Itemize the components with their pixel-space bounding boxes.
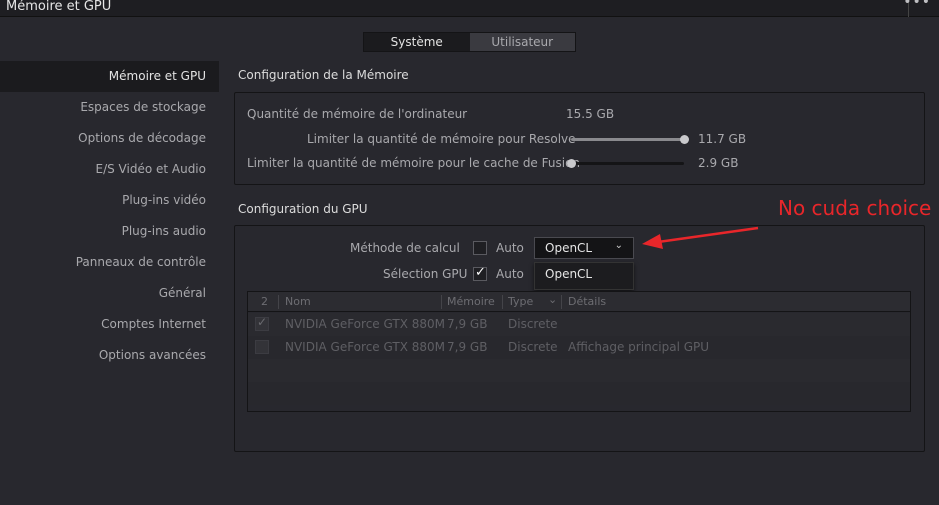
gpu-table-header: 2 Nom Mémoire Type ⌄ Détails: [248, 292, 910, 312]
arrow-head: [642, 234, 663, 249]
column-divider: [502, 295, 503, 309]
slider-track: [571, 162, 684, 165]
sidebar-item-plugins-audio[interactable]: Plug-ins audio: [0, 216, 219, 247]
window-title: Mémoire et GPU: [6, 0, 112, 14]
memory-section-title: Configuration de la Mémoire: [238, 68, 409, 82]
fusion-cache-limit-label: Limiter la quantité de mémoire pour le c…: [247, 156, 581, 170]
computer-memory-label: Quantité de mémoire de l'ordinateur: [247, 107, 468, 121]
gpu-selection-label: Sélection GPU: [383, 267, 468, 281]
gpu-selection-auto-label: Auto: [496, 267, 524, 281]
compute-method-auto-label: Auto: [496, 241, 524, 255]
sidebar-item-options-decodage[interactable]: Options de décodage: [0, 123, 219, 154]
column-header-details[interactable]: Détails: [568, 295, 606, 308]
gpu-row-checkbox[interactable]: [255, 340, 269, 354]
slider-knob[interactable]: [680, 135, 689, 144]
compute-method-dropdown[interactable]: OpenCL ⌄: [534, 237, 634, 259]
column-divider: [441, 295, 442, 309]
compute-method-option-opencl[interactable]: OpenCL: [545, 267, 592, 281]
resolve-memory-limit-label: Limiter la quantité de mémoire pour Reso…: [307, 132, 576, 146]
sort-chevron-icon[interactable]: ⌄: [548, 293, 557, 306]
memory-panel: Quantité de mémoire de l'ordinateur 15.5…: [234, 92, 925, 185]
gpu-type: Discrete: [508, 340, 558, 354]
slider-fill: [571, 138, 684, 141]
gpu-selection-auto-checkbox[interactable]: ✓: [473, 265, 487, 281]
column-header-memory[interactable]: Mémoire: [447, 295, 495, 308]
gpu-details: Affichage principal GPU: [568, 340, 710, 354]
checkmark-icon: ✓: [475, 265, 486, 280]
column-header-type[interactable]: Type: [508, 295, 533, 308]
table-row-empty: [248, 382, 910, 405]
gpu-memory: 7,9 GB: [447, 340, 488, 354]
gpu-memory: 7,9 GB: [447, 317, 488, 331]
chevron-down-icon: ⌄: [614, 240, 623, 251]
annotation-text: No cuda choice: [778, 196, 932, 220]
sidebar-item-general[interactable]: Général: [0, 278, 219, 309]
gpu-section-title: Configuration du GPU: [238, 202, 368, 216]
title-bar: Mémoire et GPU •••: [0, 0, 939, 17]
gpu-table: 2 Nom Mémoire Type ⌄ Détails ✓ NVIDIA Ge…: [247, 291, 911, 412]
gpu-row-checkbox[interactable]: ✓: [255, 315, 269, 331]
gpu-name: NVIDIA GeForce GTX 880M: [285, 340, 445, 354]
slider-knob[interactable]: [567, 159, 576, 168]
resolve-memory-slider[interactable]: [571, 135, 689, 144]
compute-method-selected: OpenCL: [545, 241, 593, 255]
fusion-cache-limit-value: 2.9 GB: [698, 156, 739, 170]
sidebar-item-panneaux-controle[interactable]: Panneaux de contrôle: [0, 247, 219, 278]
computer-memory-value: 15.5 GB: [566, 107, 615, 121]
sidebar-item-plugins-video[interactable]: Plug-ins vidéo: [0, 185, 219, 216]
gpu-name: NVIDIA GeForce GTX 880M: [285, 317, 445, 331]
checkmark-icon: ✓: [257, 315, 268, 329]
compute-method-auto-checkbox[interactable]: [473, 241, 487, 255]
tab-systeme[interactable]: Système: [364, 33, 470, 51]
sidebar-item-es-video-audio[interactable]: E/S Vidéo et Audio: [0, 154, 219, 185]
sidebar-item-memoire-gpu[interactable]: Mémoire et GPU: [0, 61, 219, 92]
preferences-tab-switch: Système Utilisateur: [363, 32, 576, 52]
column-header-name[interactable]: Nom: [285, 295, 311, 308]
compute-method-label: Méthode de calcul: [350, 241, 460, 255]
annotation-arrow-icon: [642, 226, 759, 249]
column-divider: [561, 295, 562, 309]
table-row-empty: [248, 359, 910, 382]
resolve-memory-limit-value: 11.7 GB: [698, 132, 747, 146]
sidebar-item-options-avancees[interactable]: Options avancées: [0, 340, 219, 371]
tab-utilisateur[interactable]: Utilisateur: [470, 33, 576, 51]
gpu-type: Discrete: [508, 317, 558, 331]
arrow-shaft: [657, 226, 759, 244]
table-row[interactable]: ✓ NVIDIA GeForce GTX 880M 7,9 GB Discret…: [248, 313, 910, 336]
more-options-icon[interactable]: •••: [903, 0, 931, 10]
sidebar-item-espaces-stockage[interactable]: Espaces de stockage: [0, 92, 219, 123]
sidebar: Mémoire et GPU Espaces de stockage Optio…: [0, 61, 219, 371]
sidebar-item-comptes-internet[interactable]: Comptes Internet: [0, 309, 219, 340]
column-divider: [278, 295, 279, 309]
column-header-count[interactable]: 2: [261, 295, 268, 308]
table-row[interactable]: NVIDIA GeForce GTX 880M 7,9 GB Discrete …: [248, 336, 910, 359]
compute-method-menu: OpenCL: [534, 262, 634, 290]
fusion-cache-slider[interactable]: [567, 159, 684, 168]
